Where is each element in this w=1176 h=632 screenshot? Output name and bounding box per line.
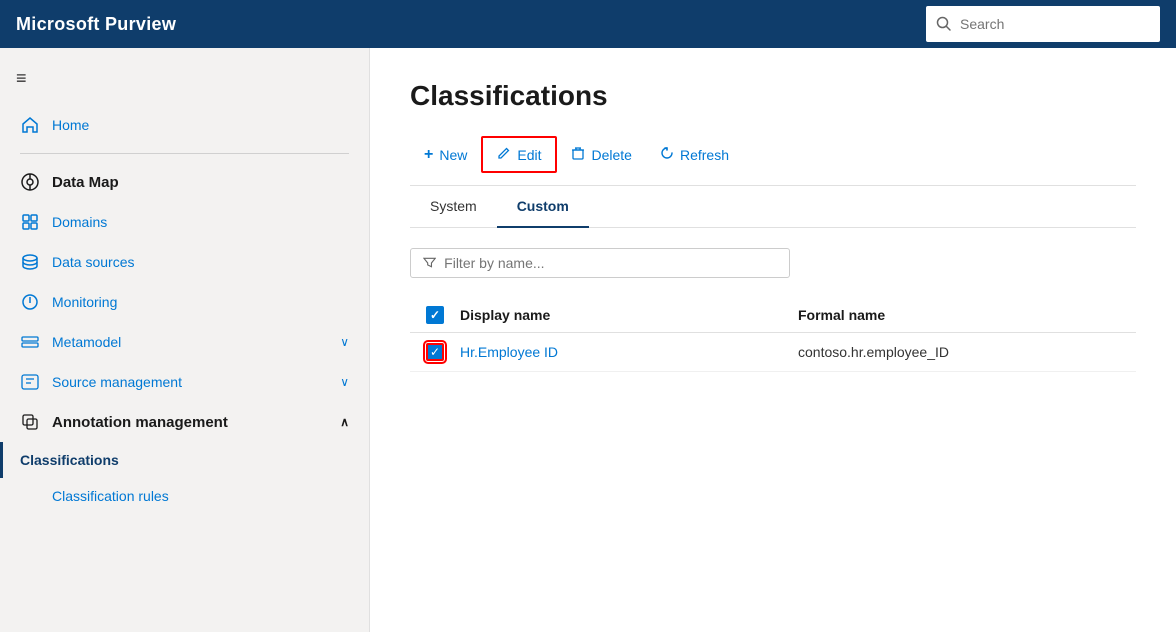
topbar: Microsoft Purview [0, 0, 1176, 48]
sidebar-item-annotation-management-label: Annotation management [52, 414, 228, 431]
annotation-icon [20, 412, 40, 432]
row-formal-name: contoso.hr.employee_ID [798, 344, 1136, 360]
sidebar-item-data-sources-label: Data sources [52, 254, 134, 270]
header-checkbox[interactable]: ✓ [426, 306, 444, 324]
sidebar-item-home[interactable]: Home [0, 105, 369, 145]
row-checkbox-col[interactable]: ✓ [410, 343, 460, 361]
main-content: Classifications + New Edit [370, 48, 1176, 632]
sidebar-item-classifications-label: Classifications [20, 452, 119, 468]
edit-label: Edit [517, 147, 541, 163]
delete-button[interactable]: Delete [557, 138, 645, 171]
annotation-management-chevron: ∧ [340, 415, 349, 429]
sidebar-item-classifications[interactable]: Classifications [0, 442, 369, 478]
sidebar-item-source-management-label: Source management [52, 374, 182, 390]
source-management-chevron: ∨ [340, 375, 349, 389]
header-checkbox-col[interactable]: ✓ [410, 306, 460, 324]
search-icon [936, 16, 952, 32]
edit-icon [497, 146, 511, 163]
sidebar-item-data-sources[interactable]: Data sources [0, 242, 369, 282]
refresh-icon [660, 146, 674, 163]
sidebar-item-metamodel-label: Metamodel [52, 334, 121, 350]
search-box[interactable] [926, 6, 1160, 42]
sidebar-item-classification-rules[interactable]: Classification rules [0, 478, 369, 514]
filter-bar[interactable] [410, 248, 790, 278]
delete-icon [571, 146, 585, 163]
delete-label: Delete [591, 147, 631, 163]
datamap-icon [20, 172, 40, 192]
tab-custom[interactable]: Custom [497, 186, 589, 228]
row-display-name[interactable]: Hr.Employee ID [460, 344, 798, 360]
col-display-name-header: Display name [460, 307, 798, 323]
new-button[interactable]: + New [410, 138, 481, 172]
refresh-label: Refresh [680, 147, 729, 163]
sidebar-item-classification-rules-label: Classification rules [52, 488, 169, 504]
filter-icon [423, 256, 436, 270]
refresh-button[interactable]: Refresh [646, 138, 743, 171]
sidebar-divider-1 [20, 153, 349, 154]
toolbar: + New Edit [410, 136, 1136, 186]
row-check-icon: ✓ [430, 346, 440, 358]
monitoring-icon [20, 292, 40, 312]
table-header: ✓ Display name Formal name [410, 298, 1136, 333]
sourcemanagement-icon [20, 372, 40, 392]
home-icon [20, 115, 40, 135]
metamodel-icon [20, 332, 40, 352]
hamburger-menu[interactable]: ≡ [0, 60, 369, 105]
page-title: Classifications [410, 80, 1136, 112]
filter-input[interactable] [444, 255, 777, 271]
header-check-icon: ✓ [430, 309, 440, 321]
sidebar-item-data-map-label: Data Map [52, 174, 119, 191]
edit-button[interactable]: Edit [481, 136, 557, 173]
new-icon: + [424, 146, 433, 164]
sidebar-item-annotation-management[interactable]: Annotation management ∧ [0, 402, 369, 442]
row-checkbox[interactable]: ✓ [426, 343, 444, 361]
table-row: ✓ Hr.Employee ID contoso.hr.employee_ID [410, 333, 1136, 372]
sidebar-item-domains[interactable]: Domains [0, 202, 369, 242]
metamodel-chevron: ∨ [340, 335, 349, 349]
datasources-icon [20, 252, 40, 272]
sidebar-item-home-label: Home [52, 117, 89, 133]
sidebar-item-data-map[interactable]: Data Map [0, 162, 369, 202]
col-formal-name-header: Formal name [798, 307, 1136, 323]
new-label: New [439, 147, 467, 163]
sidebar-item-monitoring-label: Monitoring [52, 294, 117, 310]
tabs: System Custom [410, 186, 1136, 228]
domains-icon [20, 212, 40, 232]
layout: ≡ Home Data Map [0, 48, 1176, 632]
sidebar-item-domains-label: Domains [52, 214, 107, 230]
sidebar-item-source-management[interactable]: Source management ∨ [0, 362, 369, 402]
tab-system[interactable]: System [410, 186, 497, 228]
sidebar-item-metamodel[interactable]: Metamodel ∨ [0, 322, 369, 362]
app-title: Microsoft Purview [16, 14, 176, 35]
search-input[interactable] [960, 16, 1150, 32]
sidebar: ≡ Home Data Map [0, 48, 370, 632]
sidebar-item-monitoring[interactable]: Monitoring [0, 282, 369, 322]
